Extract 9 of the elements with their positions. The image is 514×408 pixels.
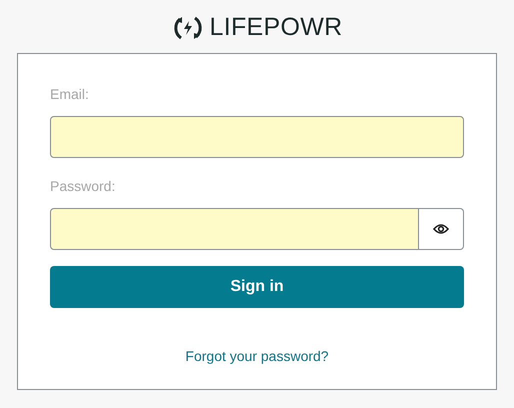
sign-in-button[interactable]: Sign in (50, 266, 464, 308)
email-label: Email: (50, 86, 90, 104)
password-field[interactable] (50, 208, 419, 250)
email-field[interactable] (50, 116, 464, 158)
logo-text: LIFEPOWR (210, 13, 342, 42)
forgot-password-link[interactable]: Forgot your password? (185, 348, 329, 364)
password-label: Password: (50, 178, 116, 196)
eye-icon (432, 223, 449, 235)
show-password-button[interactable] (418, 208, 464, 250)
